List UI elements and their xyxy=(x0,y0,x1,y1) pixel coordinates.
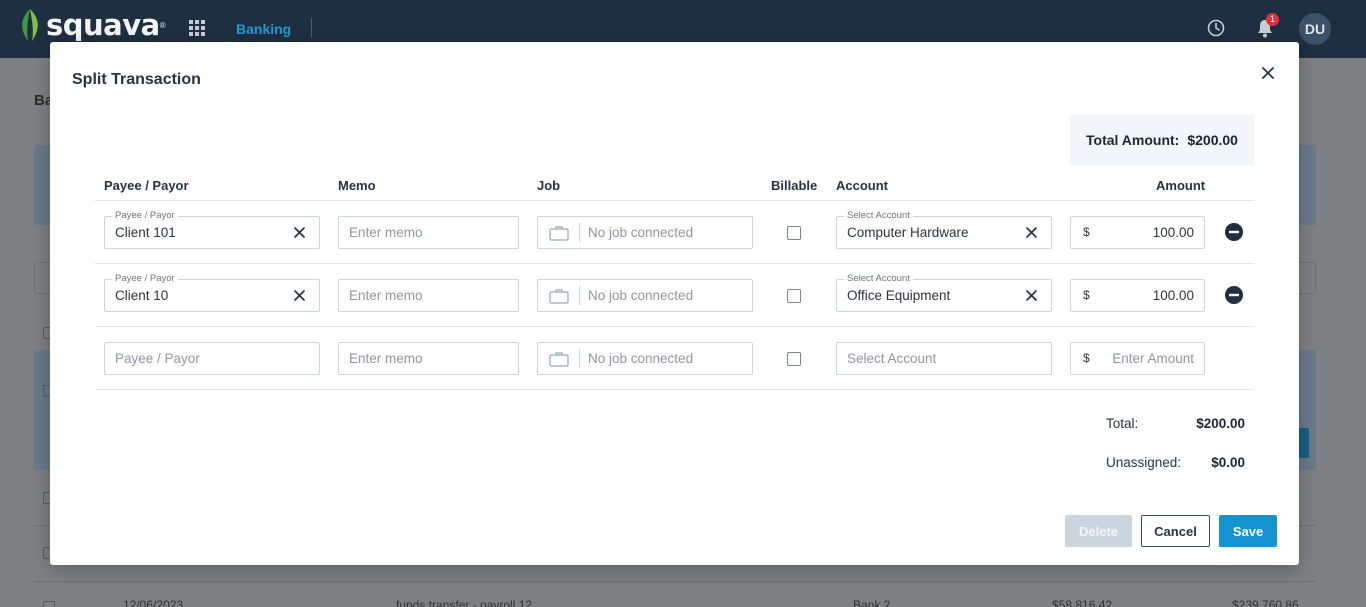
row-divider xyxy=(95,263,1254,264)
briefcase-icon xyxy=(538,223,580,242)
job-selector[interactable]: No job connected xyxy=(537,279,753,312)
background-row-balance: $239,760.86 xyxy=(1232,598,1299,607)
job-placeholder: No job connected xyxy=(588,351,694,366)
amount-input[interactable]: $ 100.00 xyxy=(1070,216,1205,249)
column-header-amount: Amount xyxy=(1156,178,1206,193)
column-header-memo: Memo xyxy=(338,178,376,193)
job-selector[interactable]: No job connected xyxy=(537,342,753,375)
summary-unassigned-value: $0.00 xyxy=(1211,455,1245,470)
payee-value: Client 101 xyxy=(115,225,176,240)
amount-value: 100.00 xyxy=(1152,225,1194,240)
clear-icon[interactable] xyxy=(292,288,307,303)
brand-name: squava xyxy=(46,8,160,42)
nav-divider xyxy=(311,18,312,38)
total-amount-value: $200.00 xyxy=(1187,132,1238,148)
trademark-mark: ® xyxy=(159,20,166,30)
split-transaction-modal: Split Transaction Total Amount: $200.00 … xyxy=(50,42,1299,565)
payee-field[interactable]: Payee / Payor Client 10 xyxy=(104,273,320,312)
leaf-logo-icon xyxy=(22,9,38,41)
amount-value: 100.00 xyxy=(1152,288,1194,303)
memo-placeholder: Enter memo xyxy=(349,351,423,366)
payee-field[interactable]: Payee / Payor xyxy=(104,342,320,375)
nav-banking-link[interactable]: Banking xyxy=(236,21,291,37)
clock-icon[interactable] xyxy=(1207,19,1225,37)
payee-float-label: Payee / Payor xyxy=(112,210,178,221)
account-select[interactable]: Select Account Office Equipment xyxy=(836,273,1052,312)
background-row-checkbox xyxy=(43,601,55,607)
currency-symbol: $ xyxy=(1083,351,1090,365)
account-value: Office Equipment xyxy=(847,288,951,303)
background-row-date: 12/06/2023 xyxy=(123,598,184,607)
briefcase-icon xyxy=(538,286,580,305)
modal-title: Split Transaction xyxy=(72,71,201,88)
total-amount-label: Total Amount: xyxy=(1086,132,1180,148)
currency-symbol: $ xyxy=(1083,225,1090,239)
payee-value: Client 10 xyxy=(115,288,169,303)
memo-input[interactable]: Enter memo xyxy=(338,342,519,375)
background-row-account: Bank 2 xyxy=(853,598,891,607)
column-header-billable: Billable xyxy=(771,178,818,193)
delete-button[interactable]: Delete xyxy=(1065,515,1132,547)
row-divider xyxy=(95,326,1254,327)
memo-input[interactable]: Enter memo xyxy=(338,279,519,312)
account-float-label: Select Account xyxy=(844,273,913,284)
brand-logo[interactable]: squava ® xyxy=(18,8,166,42)
account-placeholder: Select Account xyxy=(847,351,937,366)
memo-input[interactable]: Enter memo xyxy=(338,216,519,249)
amount-placeholder: Enter Amount xyxy=(1112,351,1194,366)
payee-placeholder: Payee / Payor xyxy=(115,351,200,366)
amount-input[interactable]: $ Enter Amount xyxy=(1070,342,1205,375)
column-header-account: Account xyxy=(836,178,888,193)
column-header-payee: Payee / Payor xyxy=(104,178,189,193)
memo-placeholder: Enter memo xyxy=(349,288,423,303)
clear-icon[interactable] xyxy=(1024,225,1039,240)
notification-badge: 1 xyxy=(1266,13,1279,26)
payee-field[interactable]: Payee / Payor Client 101 xyxy=(104,210,320,249)
account-select[interactable]: Select Account xyxy=(836,342,1052,375)
close-icon[interactable] xyxy=(1259,64,1277,82)
clear-icon[interactable] xyxy=(292,225,307,240)
header-divider xyxy=(95,200,1254,201)
table-bottom-divider xyxy=(95,389,1254,390)
save-button[interactable]: Save xyxy=(1219,515,1277,547)
total-amount-box: Total Amount: $200.00 xyxy=(1070,115,1254,165)
summary-total-label: Total: xyxy=(1106,416,1139,431)
currency-symbol: $ xyxy=(1083,288,1090,302)
account-select[interactable]: Select Account Computer Hardware xyxy=(836,210,1052,249)
amount-input[interactable]: $ 100.00 xyxy=(1070,279,1205,312)
account-float-label: Select Account xyxy=(844,210,913,221)
user-avatar[interactable]: DU xyxy=(1299,13,1331,45)
background-row-divider xyxy=(34,581,1316,582)
summary-unassigned-label: Unassigned: xyxy=(1106,455,1182,470)
job-placeholder: No job connected xyxy=(588,288,694,303)
briefcase-icon xyxy=(538,349,580,368)
payee-float-label: Payee / Payor xyxy=(112,273,178,284)
billable-checkbox[interactable] xyxy=(787,289,801,303)
minus-circle-icon[interactable] xyxy=(1224,222,1244,242)
job-selector[interactable]: No job connected xyxy=(537,216,753,249)
billable-checkbox[interactable] xyxy=(787,352,801,366)
apps-grid-icon[interactable] xyxy=(189,20,205,36)
job-placeholder: No job connected xyxy=(588,225,694,240)
billable-checkbox[interactable] xyxy=(787,226,801,240)
background-row-description: funds transfer - payroll 12 xyxy=(396,598,533,607)
memo-placeholder: Enter memo xyxy=(349,225,423,240)
summary-total-value: $200.00 xyxy=(1196,416,1245,431)
minus-circle-icon[interactable] xyxy=(1224,285,1244,305)
cancel-button[interactable]: Cancel xyxy=(1141,515,1210,547)
background-row-amount: $58,816.42 xyxy=(1052,598,1113,607)
column-header-job: Job xyxy=(537,178,561,193)
clear-icon[interactable] xyxy=(1024,288,1039,303)
account-value: Computer Hardware xyxy=(847,225,969,240)
